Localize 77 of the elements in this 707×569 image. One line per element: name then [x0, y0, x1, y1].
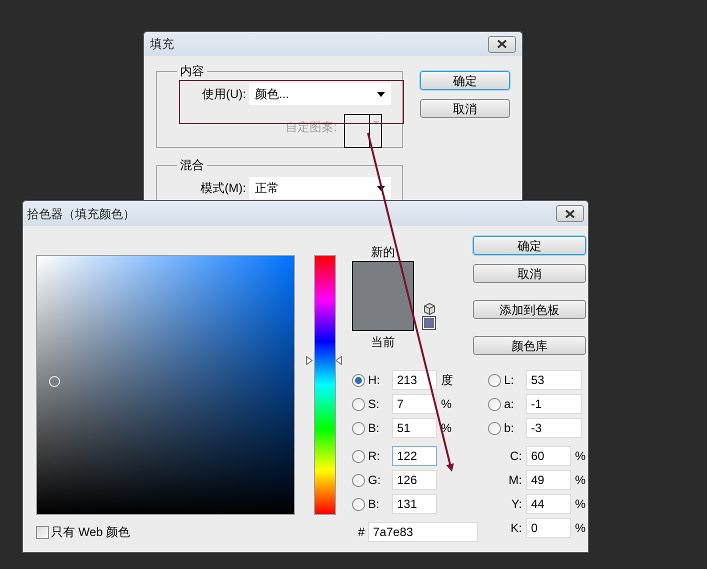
field-label: b: — [503, 420, 516, 437]
field-label: # — [357, 524, 366, 541]
window-title: 填充 — [150, 36, 174, 53]
value-field[interactable]: 0 — [526, 518, 571, 538]
unit-label: 度 — [440, 372, 453, 389]
dialog-button[interactable]: 确定 — [473, 236, 586, 255]
value-field[interactable]: -3 — [526, 418, 582, 438]
checkbox[interactable] — [36, 526, 49, 538]
radio-button[interactable] — [488, 398, 501, 410]
web-safe-swatch-icon[interactable] — [422, 316, 436, 330]
radio-button[interactable] — [352, 374, 365, 386]
pattern-picker[interactable] — [344, 114, 382, 148]
value-field[interactable]: 126 — [392, 470, 437, 490]
field-label: B: — [367, 496, 380, 513]
value-field[interactable]: -1 — [526, 394, 582, 414]
dialog-button[interactable]: 颜色库 — [473, 336, 586, 355]
value-field[interactable]: 122 — [392, 446, 437, 466]
radio-button[interactable] — [488, 374, 501, 386]
group-title: 内容 — [179, 63, 205, 80]
value-field[interactable]: 7 — [392, 394, 437, 414]
window-title: 拾色器（填充颜色） — [27, 206, 135, 222]
group-title: 混合 — [179, 157, 205, 174]
value-field[interactable]: 60 — [526, 446, 571, 466]
caret-icon — [372, 121, 378, 125]
slider-handle[interactable] — [306, 356, 342, 366]
cube-icon[interactable] — [424, 303, 434, 315]
hex-field[interactable]: 7a7e83 — [368, 522, 478, 542]
swatch-label: 新的 — [370, 244, 396, 261]
field-label: 使用(U): — [201, 86, 247, 103]
value-field[interactable]: 44 — [526, 494, 571, 514]
close-button[interactable] — [556, 205, 584, 222]
close-icon — [565, 210, 575, 218]
dialog-button[interactable]: 取消 — [420, 99, 510, 118]
color-marker[interactable] — [48, 376, 60, 388]
color-swatch — [352, 261, 414, 331]
close-button[interactable] — [488, 36, 516, 52]
dropdown[interactable]: 正常 — [249, 177, 391, 199]
dropdown[interactable]: 颜色... — [249, 83, 391, 105]
radio-button[interactable] — [488, 422, 501, 434]
caret-icon — [377, 186, 385, 190]
dialog-button[interactable]: 确定 — [420, 71, 510, 90]
color-field[interactable] — [36, 255, 295, 515]
close-icon — [497, 40, 507, 48]
unit-label: % — [574, 448, 586, 465]
field-label: a: — [503, 396, 516, 413]
value-field[interactable]: 49 — [526, 470, 571, 490]
field-label: B: — [367, 420, 380, 437]
radio-button[interactable] — [352, 398, 365, 410]
field-label: 模式(M): — [200, 180, 247, 197]
dialog-button[interactable]: 添加到色板 — [473, 300, 586, 319]
field-label: K: — [510, 520, 523, 537]
field-label: H: — [367, 372, 381, 389]
field-label: S: — [367, 396, 380, 413]
checkbox-label: 只有 Web 颜色 — [51, 524, 130, 541]
value-field[interactable]: 213 — [392, 370, 437, 390]
value-field[interactable]: 51 — [392, 418, 437, 438]
field-label: M: — [508, 472, 523, 489]
caret-icon — [377, 92, 385, 96]
swatch-label: 当前 — [370, 334, 396, 351]
field-label: G: — [367, 472, 382, 489]
hue-slider[interactable] — [306, 255, 342, 515]
unit-label: % — [574, 472, 586, 489]
radio-button[interactable] — [352, 498, 365, 510]
unit-label: % — [440, 396, 452, 413]
unit-label: % — [574, 496, 586, 513]
dialog-button[interactable]: 取消 — [473, 264, 586, 283]
radio-button[interactable] — [352, 422, 365, 434]
field-label: Y: — [510, 496, 523, 513]
radio-button[interactable] — [352, 474, 365, 486]
field-label: L: — [503, 372, 516, 389]
field-label: C: — [509, 448, 523, 465]
value-field[interactable]: 131 — [392, 494, 437, 514]
unit-label: % — [574, 520, 586, 537]
value-field[interactable]: 53 — [526, 370, 582, 390]
radio-button[interactable] — [352, 450, 365, 462]
unit-label: % — [440, 420, 452, 437]
field-label: R: — [367, 448, 381, 465]
